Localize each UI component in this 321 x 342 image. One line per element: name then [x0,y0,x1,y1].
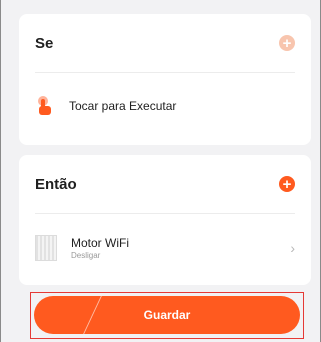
if-header: Se + [35,14,295,73]
decorative-slash [83,296,102,334]
then-card: Então + Motor WiFi Desligar › [19,155,311,285]
tap-hand-icon [38,96,51,115]
condition-tap-to-run[interactable]: Tocar para Executar [35,89,295,123]
if-card: Se + Tocar para Executar [19,14,311,145]
action-device-state: Desligar [71,251,101,260]
curtain-motor-icon [35,235,57,261]
then-header: Então + [35,155,295,214]
then-title: Então [35,175,77,193]
add-action-plus-icon[interactable]: + [279,176,295,192]
action-motor-wifi[interactable]: Motor WiFi Desligar › [35,226,295,270]
save-button[interactable]: Guardar [34,296,300,334]
action-device-name: Motor WiFi [71,236,129,250]
chevron-right-icon: › [290,240,295,256]
save-button-label: Guardar [143,308,191,322]
condition-label: Tocar para Executar [69,99,177,113]
add-condition-plus-icon[interactable]: + [279,35,295,51]
if-title: Se [35,34,54,52]
action-text: Motor WiFi Desligar [71,236,290,260]
